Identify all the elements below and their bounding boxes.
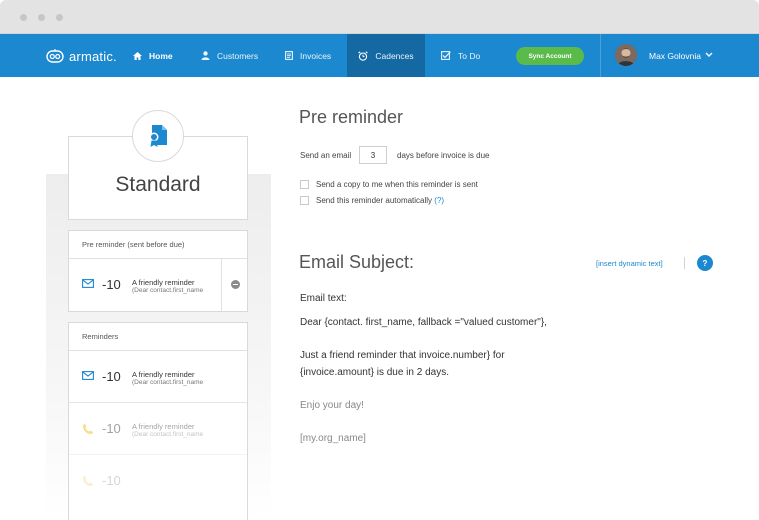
list-item[interactable]: -10: [69, 455, 247, 507]
email-icon: [82, 279, 94, 288]
reminder-subtitle: (Dear contact.first_name: [132, 379, 204, 386]
email-subject-heading: Email Subject:: [299, 252, 415, 272]
invoice-icon: [285, 51, 293, 60]
nav-invoices[interactable]: Invoices: [285, 34, 331, 77]
alarm-clock-icon: [358, 50, 369, 61]
cadence-badge: [132, 110, 184, 162]
window-maximize-dot[interactable]: [56, 14, 63, 21]
remove-reminder-button[interactable]: [221, 258, 248, 311]
minus-circle-icon: [230, 280, 240, 289]
list-item[interactable]: -10 A friendly reminder (Dear contact.fi…: [69, 403, 247, 455]
window-titlebar: [0, 0, 759, 34]
send-copy-label: Send a copy to me when this reminder is …: [316, 180, 478, 189]
sync-account-button[interactable]: Sync Account: [516, 47, 584, 65]
days-before-input[interactable]: [359, 146, 387, 164]
reminder-days: -10: [102, 277, 121, 292]
chevron-down-icon[interactable]: [705, 52, 713, 58]
days-suffix-label: days before invoice is due: [397, 151, 490, 160]
insert-dynamic-text-link[interactable]: [insert dynamic text]: [596, 259, 663, 268]
user-icon: [201, 51, 210, 60]
avatar[interactable]: [615, 44, 637, 66]
user-name[interactable]: Max Golovnia: [649, 34, 701, 77]
nav-todo-label: To Do: [458, 50, 481, 61]
nav-cadences[interactable]: Cadences: [347, 34, 425, 77]
email-body-line[interactable]: Enjo your day!: [300, 400, 364, 411]
checkbox-icon: [441, 51, 451, 60]
editor-heading: Pre reminder: [299, 107, 404, 127]
reminder-title: A friendly reminder: [132, 370, 195, 379]
phone-icon: [83, 476, 93, 486]
nav-home-label: Home: [149, 50, 173, 61]
nav-customers-label: Customers: [217, 50, 259, 61]
email-body-line[interactable]: {invoice.amount} is due in 2 days.: [300, 367, 449, 378]
email-body-line[interactable]: Dear {contact. first_name, fallback ="va…: [300, 317, 547, 328]
brand-name: armatic.: [69, 48, 117, 64]
home-icon: [133, 51, 142, 60]
nav-todo[interactable]: To Do: [441, 34, 480, 77]
reminders-box: Reminders -10 A friendly reminder (Dear …: [68, 322, 248, 520]
email-icon: [82, 371, 94, 380]
reminder-subtitle: (Dear contact.first_name: [132, 287, 204, 294]
email-body-line[interactable]: Just a friend reminder that invoice.numb…: [300, 350, 505, 361]
nav-divider: [600, 34, 601, 77]
email-text-label: Email text:: [300, 293, 347, 304]
send-automatically-checkbox[interactable]: [300, 196, 309, 205]
email-body-line[interactable]: [my.org_name]: [300, 433, 366, 444]
reminders-header: Reminders: [69, 323, 247, 351]
link-separator: [684, 257, 685, 269]
user-avatar-icon: [615, 44, 637, 66]
send-automatically-text: Send this reminder automatically: [316, 196, 433, 205]
reminder-days: -10: [102, 369, 121, 384]
brand-logo[interactable]: armatic.: [46, 46, 117, 66]
window-minimize-dot[interactable]: [38, 14, 45, 21]
reminder-days: -10: [102, 473, 121, 488]
nav-customers[interactable]: Customers: [201, 34, 258, 77]
send-automatically-label: Send this reminder automatically (?): [316, 196, 444, 205]
nav-home[interactable]: Home: [133, 34, 173, 77]
reminder-subtitle: (Dear contact.first_name: [132, 431, 204, 438]
top-navbar: armatic. Home Customers Invoices Cadence…: [0, 34, 759, 77]
reminder-days: -10: [102, 421, 121, 436]
cadence-title: Standard: [115, 173, 201, 196]
send-copy-checkbox[interactable]: [300, 180, 309, 189]
certificate-icon: [149, 125, 167, 147]
help-button[interactable]: ?: [697, 255, 713, 271]
send-email-label: Send an email: [300, 151, 352, 160]
nav-cadences-label: Cadences: [375, 50, 414, 61]
reminder-title: A friendly reminder: [132, 422, 195, 431]
nav-invoices-label: Invoices: [300, 50, 332, 61]
phone-icon: [83, 424, 93, 434]
list-item[interactable]: -10 A friendly reminder (Dear contact.fi…: [69, 351, 247, 403]
pre-reminder-header: Pre reminder (sent before due): [69, 231, 247, 259]
auto-help-link[interactable]: (?): [434, 196, 444, 205]
robot-logo-icon: [46, 49, 64, 63]
window-close-dot[interactable]: [20, 14, 27, 21]
reminder-title: A friendly reminder: [132, 278, 195, 287]
